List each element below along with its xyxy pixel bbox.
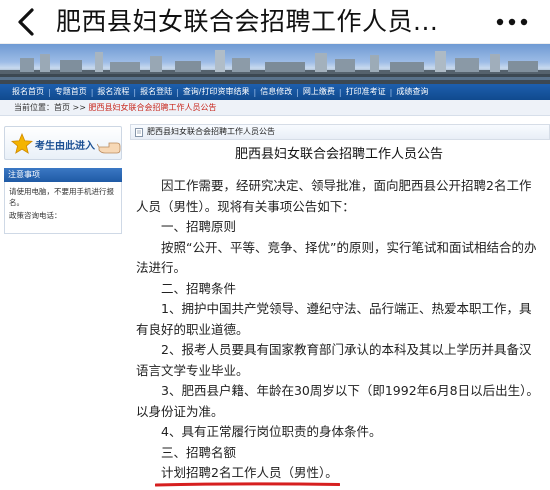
article-paragraph: 一、招聘原则 [161,219,237,234]
nav-item-query-results[interactable]: 查询/打印资审结果 [183,84,250,100]
nav-item-online-payment[interactable]: 网上缴费 [303,84,335,100]
candidate-entry-label: 考生由此进入 [35,141,95,152]
content-header: 肥西县妇女联合会招聘工作人员公告 [130,124,550,140]
main-nav-bar: 报名首页 | 专题首页 | 报名流程 | 报名登陆 | 查询/打印资审结果 | … [0,84,550,100]
nav-item-topic-home[interactable]: 专题首页 [55,84,87,100]
pointing-hand-icon [97,142,121,154]
breadcrumb-separator: >> [70,103,89,112]
candidate-entry-button[interactable]: 考生由此进入 [4,126,122,160]
article-title: 肥西县妇女联合会招聘工作人员公告 [234,147,443,162]
article-paragraph: 1、拥护中国共产党领导、遵纪守法、品行端正、热爱本职工作，具有良好的职业道德。 [136,301,532,337]
article-paragraph: 二、招聘条件 [161,280,237,296]
article-paragraph: 2、报考人员要具有国家教育部门承认的本科及其以上学历并具备汉语言文学专业毕业。 [136,342,532,378]
star-icon [11,133,33,154]
red-underline-mark [155,481,340,486]
main-content: 肥西县妇女联合会招聘工作人员公告 肥西县妇女联合会招聘工作人员公告 因工作需要，… [128,120,550,490]
breadcrumb-home-link[interactable]: 首页 [54,103,70,112]
breadcrumb-current[interactable]: 肥西县妇女联合会招聘工作人员公告 [89,103,217,112]
city-skyline-image [0,50,550,84]
article-paragraph: 4、具有正常履行岗位职责的身体条件。 [161,424,382,439]
breadcrumb: 当前位置：首页 >> 肥西县妇女联合会招聘工作人员公告 [0,100,550,116]
nav-separator: | [133,87,137,97]
nav-separator: | [90,87,94,97]
more-dots-icon[interactable] [492,8,532,36]
app-top-bar: 肥西县妇女联合会招聘工作人员... [0,0,550,44]
nav-separator: | [253,87,257,97]
nav-item-score-query[interactable]: 成绩查询 [396,84,428,100]
article-paragraph: 因工作需要，经研究决定、领导批准，面向肥西县公开招聘2名工作人员（男性）。现将有… [136,178,532,214]
header-banner-image [0,44,550,84]
notice-title: 注意事项 [4,168,122,182]
document-icon [135,128,143,137]
back-chevron-icon[interactable] [12,6,42,38]
article-body: 因工作需要，经研究决定、领导批准，面向肥西县公开招聘2名工作人员（男性）。现将有… [136,176,542,486]
nav-item-edit-info[interactable]: 信息修改 [260,84,292,100]
notice-line: 请使用电脑，不要用手机进行报名。 [9,187,114,207]
notice-line: 政策咨询电话： [9,211,62,220]
article-paragraph: 按照“公开、平等、竞争、择优”的原则，实行笔试和面试相结合的办法进行。 [136,239,537,276]
nav-separator: | [176,87,179,97]
notice-box: 请使用电脑，不要用手机进行报名。 政策咨询电话： [4,182,122,234]
breadcrumb-prefix: 当前位置： [14,103,54,112]
nav-separator: | [296,87,299,97]
nav-item-print-admission[interactable]: 打印准考证 [346,84,386,100]
nav-item-signup-process[interactable]: 报名流程 [97,84,129,100]
content-header-label: 肥西县妇女联合会招聘工作人员公告 [147,127,275,136]
nav-separator: | [389,87,393,97]
nav-item-signup-login[interactable]: 报名登陆 [140,84,172,100]
nav-item-signup-home[interactable]: 报名首页 [12,84,44,100]
highlighted-paragraph: 计划招聘2名工作人员（男性）。 [155,463,340,486]
nav-separator: | [338,87,342,97]
sidebar: 考生由此进入 注意事项 请使用电脑，不要用手机进行报名。 政策咨询电话： [0,120,124,490]
page-title: 肥西县妇女联合会招聘工作人员... [56,7,439,36]
article-paragraph: 3、肥西县户籍、年龄在30周岁以下（即1992年6月8日以后出生）。以身份证为准… [136,383,539,419]
nav-separator: | [48,87,51,97]
highlight-text: 计划招聘2名工作人员（男性）。 [161,465,338,480]
article-paragraph: 三、招聘名额 [161,444,237,460]
